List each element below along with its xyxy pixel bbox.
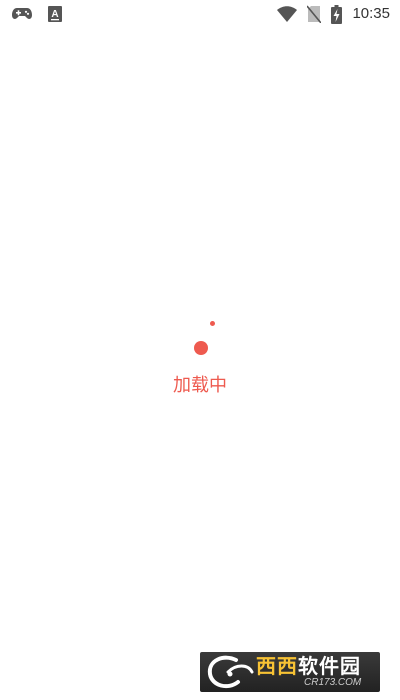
keyboard-a-icon: A bbox=[48, 6, 62, 22]
battery-charging-icon bbox=[331, 4, 343, 24]
watermark-title-part1: 西西 bbox=[256, 654, 298, 678]
watermark-title: 西西软件园 bbox=[256, 655, 361, 677]
status-bar: A 10:35 bbox=[0, 0, 400, 28]
loading-dot-small bbox=[210, 321, 215, 326]
loading-dot-large bbox=[194, 341, 208, 355]
wifi-icon bbox=[277, 6, 298, 22]
svg-text:A: A bbox=[51, 9, 58, 20]
watermark-logo-icon bbox=[206, 654, 254, 692]
status-bar-left: A bbox=[12, 6, 62, 22]
status-bar-right: 10:35 bbox=[277, 4, 390, 24]
screen: A 10:35 加载中 西西软件园 CR173.COM bbox=[0, 0, 400, 700]
watermark-subtitle: CR173.COM bbox=[304, 677, 362, 688]
no-sim-icon bbox=[307, 5, 322, 23]
status-time: 10:35 bbox=[352, 5, 390, 22]
watermark-title-part2: 软件园 bbox=[298, 654, 361, 678]
loading-text: 加载中 bbox=[173, 375, 227, 396]
loading-indicator: 加载中 bbox=[0, 310, 400, 410]
watermark: 西西软件园 CR173.COM bbox=[200, 652, 380, 692]
gamepad-icon bbox=[12, 7, 32, 21]
